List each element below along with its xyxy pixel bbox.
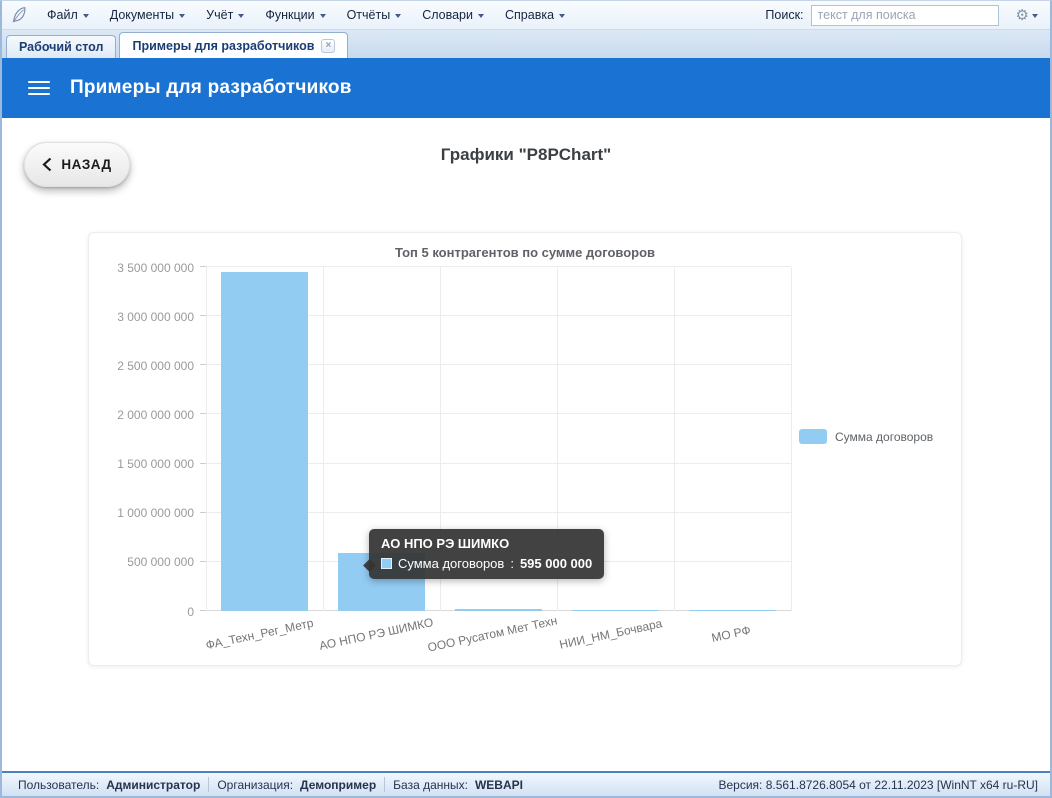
tooltip-value: 595 000 000 bbox=[520, 556, 592, 571]
status-user: Пользователь: Администратор bbox=[12, 778, 206, 792]
menu-help[interactable]: Справка bbox=[496, 4, 574, 26]
tab-developer-examples-label: Примеры для разработчиков bbox=[132, 39, 314, 53]
page-header: Примеры для разработчиков bbox=[2, 58, 1050, 118]
tab-desktop[interactable]: Рабочий стол bbox=[6, 35, 116, 58]
chevron-down-icon bbox=[559, 14, 565, 18]
content-area: НАЗАД Графики "P8PChart" Топ 5 контраген… bbox=[2, 118, 1050, 771]
status-separator bbox=[208, 777, 209, 792]
menu-dictionaries[interactable]: Словари bbox=[413, 4, 493, 26]
status-separator bbox=[384, 777, 385, 792]
search-label: Поиск: bbox=[765, 8, 803, 22]
tab-bar: Рабочий стол Примеры для разработчиков × bbox=[2, 30, 1050, 58]
gear-icon: ⚙ bbox=[1016, 8, 1029, 23]
x-axis-label: НИИ_НМ_Бочвара bbox=[558, 616, 663, 651]
tooltip-separator: : bbox=[510, 556, 514, 571]
y-axis-label: 1 500 000 000 bbox=[117, 457, 194, 471]
menu-functions-label: Функции bbox=[265, 8, 314, 22]
tab-developer-examples[interactable]: Примеры для разработчиков × bbox=[119, 32, 348, 58]
menu-documents-label: Документы bbox=[110, 8, 174, 22]
menu-documents[interactable]: Документы bbox=[101, 4, 194, 26]
legend-item[interactable]: Сумма договоров bbox=[799, 429, 933, 444]
status-organization: Организация: Демопример bbox=[211, 778, 382, 792]
menu-accounting[interactable]: Учёт bbox=[197, 4, 253, 26]
status-database: База данных: WEBAPI bbox=[387, 778, 529, 792]
settings-gear-button[interactable]: ⚙ bbox=[1012, 6, 1042, 25]
x-axis-label: ООО Русатом Мет Техн bbox=[426, 613, 558, 654]
gridline-vertical bbox=[791, 267, 792, 611]
status-database-label: База данных: bbox=[393, 778, 468, 792]
chart-tooltip: АО НПО РЭ ШИМКО Сумма договоров: 595 000… bbox=[369, 529, 604, 579]
chevron-down-icon bbox=[179, 14, 185, 18]
x-axis-label: МО РФ bbox=[710, 623, 752, 645]
tooltip-row: Сумма договоров: 595 000 000 bbox=[381, 556, 592, 571]
tooltip-series-swatch bbox=[381, 558, 392, 569]
menu-functions[interactable]: Функции bbox=[256, 4, 334, 26]
tab-desktop-label: Рабочий стол bbox=[19, 40, 103, 54]
hamburger-menu-icon[interactable] bbox=[28, 81, 50, 96]
chart-title: Топ 5 контрагентов по сумме договоров bbox=[89, 245, 961, 260]
x-axis-label: АО НПО РЭ ШИМКО bbox=[317, 615, 434, 653]
bar-ООО Русатом Мет Техн[interactable] bbox=[455, 609, 542, 611]
search-input[interactable] bbox=[811, 5, 999, 26]
bar-МО РФ[interactable] bbox=[689, 610, 776, 611]
y-axis-label: 3 500 000 000 bbox=[117, 261, 194, 275]
legend-swatch bbox=[799, 429, 827, 444]
status-organization-value: Демопример bbox=[300, 778, 376, 792]
y-axis-label: 500 000 000 bbox=[127, 555, 194, 569]
menu-accounting-label: Учёт bbox=[206, 8, 233, 22]
chart-card: Топ 5 контрагентов по сумме договоров 0 5… bbox=[88, 232, 962, 666]
status-database-value: WEBAPI bbox=[475, 778, 523, 792]
menu-bar: Файл Документы Учёт Функции Отчёты Слова… bbox=[2, 1, 1050, 30]
chevron-down-icon bbox=[238, 14, 244, 18]
close-icon[interactable]: × bbox=[321, 39, 335, 53]
menu-reports[interactable]: Отчёты bbox=[338, 4, 411, 26]
menu-help-label: Справка bbox=[505, 8, 554, 22]
chevron-down-icon bbox=[1032, 14, 1038, 18]
chevron-down-icon bbox=[395, 14, 401, 18]
y-axis-label: 2 500 000 000 bbox=[117, 359, 194, 373]
header-title: Примеры для разработчиков bbox=[70, 77, 352, 99]
page-title: Графики "P8PChart" bbox=[2, 145, 1050, 165]
y-axis-label: 0 bbox=[187, 605, 194, 619]
y-axis-label: 1 000 000 000 bbox=[117, 506, 194, 520]
status-bar: Пользователь: Администратор Организация:… bbox=[2, 771, 1050, 796]
app-logo-quill-icon bbox=[8, 4, 30, 26]
bar-slot bbox=[206, 267, 323, 611]
bar-НИИ_НМ_Бочвара[interactable] bbox=[572, 610, 659, 611]
chevron-down-icon bbox=[320, 14, 326, 18]
y-axis-label: 3 000 000 000 bbox=[117, 310, 194, 324]
chevron-down-icon bbox=[478, 14, 484, 18]
legend-label: Сумма договоров bbox=[835, 430, 933, 444]
menu-file[interactable]: Файл bbox=[38, 4, 98, 26]
status-organization-label: Организация: bbox=[217, 778, 293, 792]
app-window: Файл Документы Учёт Функции Отчёты Слова… bbox=[0, 0, 1052, 798]
menu-file-label: Файл bbox=[47, 8, 78, 22]
chevron-down-icon bbox=[83, 14, 89, 18]
bar-slot bbox=[674, 267, 791, 611]
y-axis-label: 2 000 000 000 bbox=[117, 408, 194, 422]
menu-reports-label: Отчёты bbox=[347, 8, 391, 22]
search-area: Поиск: ⚙ bbox=[765, 5, 1042, 26]
status-user-value: Администратор bbox=[106, 778, 200, 792]
status-user-label: Пользователь: bbox=[18, 778, 99, 792]
status-version: Версия: 8.561.8726.8054 от 22.11.2023 [W… bbox=[718, 778, 1040, 792]
menu-dictionaries-label: Словари bbox=[422, 8, 473, 22]
tooltip-series-name: Сумма договоров bbox=[398, 556, 504, 571]
tooltip-title: АО НПО РЭ ШИМКО bbox=[381, 536, 592, 551]
bar-ФА_Техн_Рег_Метр[interactable] bbox=[221, 272, 308, 611]
x-axis-label: ФА_Техн_Рег_Метр bbox=[204, 616, 314, 652]
